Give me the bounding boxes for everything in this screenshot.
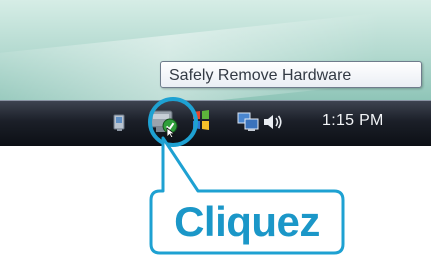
- callout-label: Cliquez: [174, 198, 320, 245]
